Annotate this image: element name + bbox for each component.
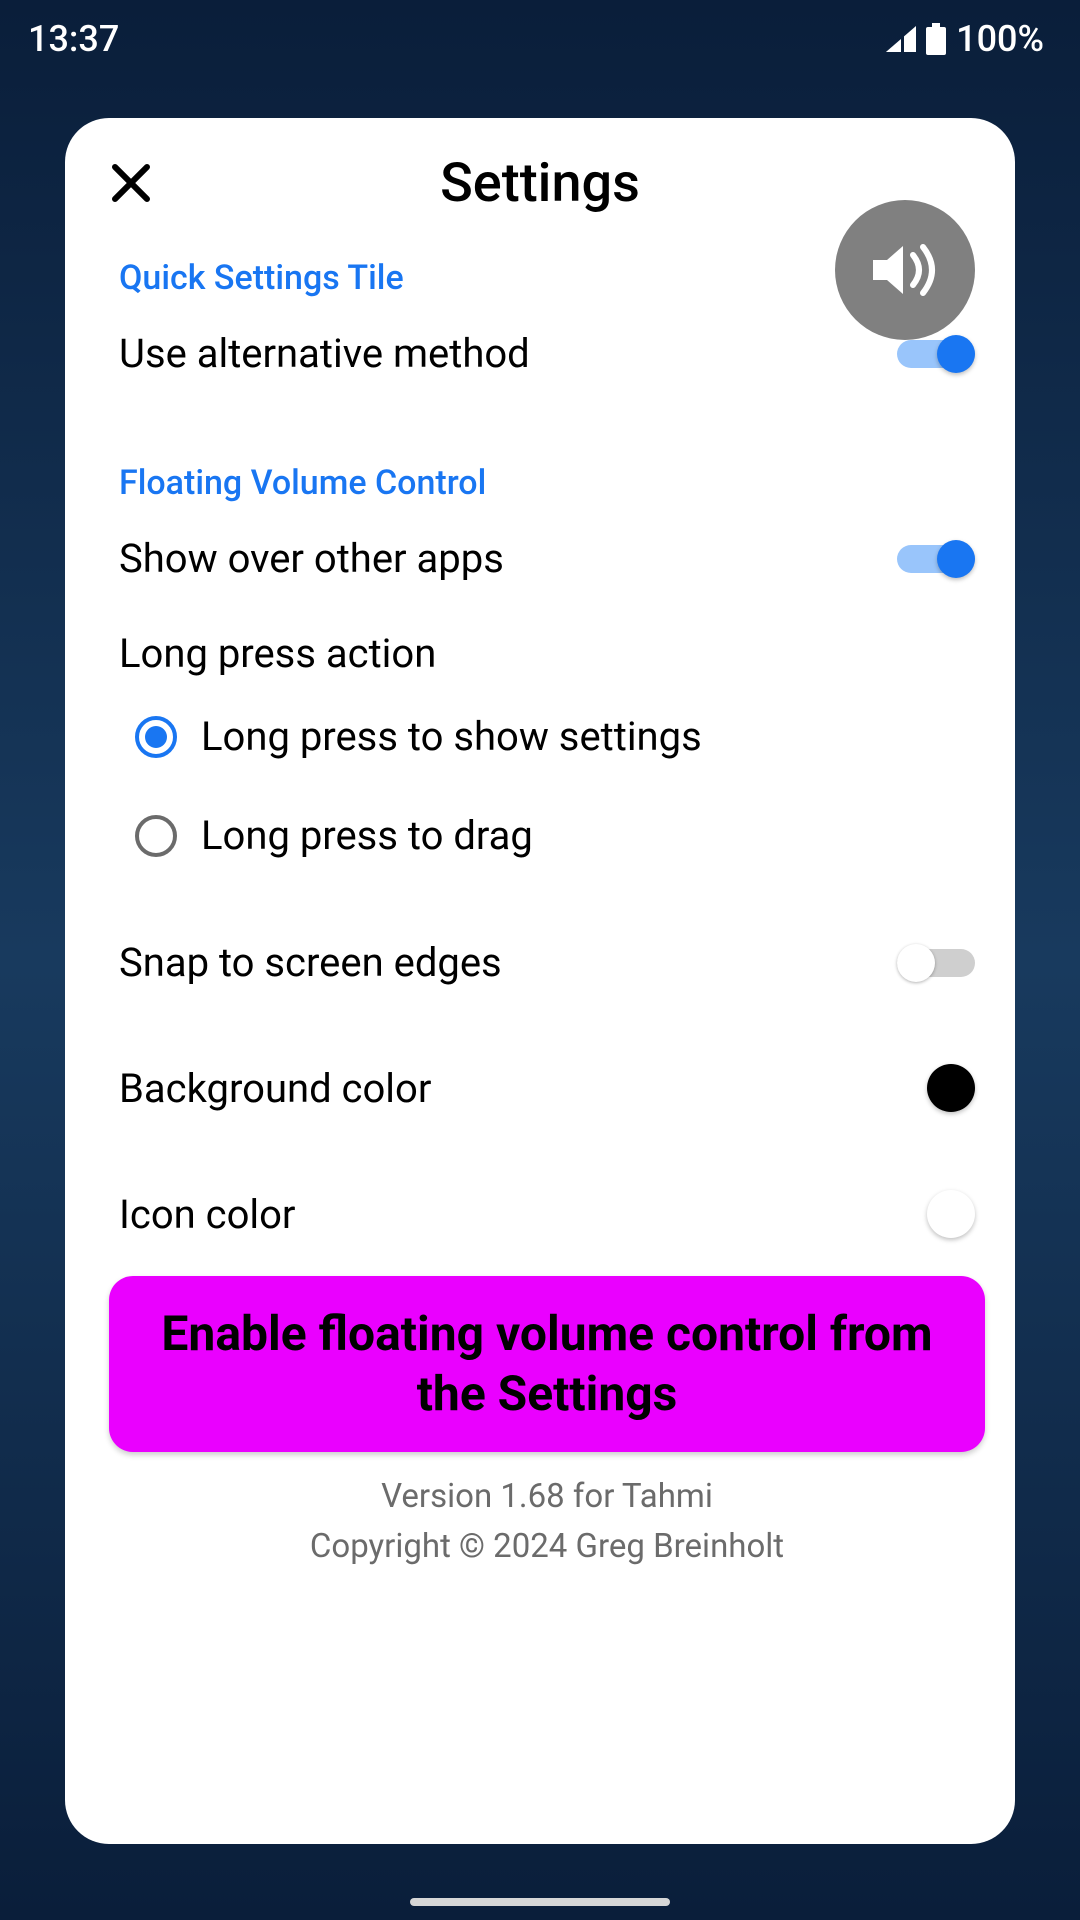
- label-alt-method: Use alternative method: [119, 330, 530, 377]
- section-floating: Floating Volume Control: [119, 463, 975, 503]
- toggle-show-over[interactable]: [897, 540, 975, 578]
- radio-label-settings: Long press to show settings: [201, 713, 702, 760]
- status-bar: 13:37 100%: [0, 0, 1080, 78]
- radio-icon: [135, 815, 177, 857]
- card-header: Settings: [105, 148, 975, 218]
- promo-banner: Enable floating volume control from the …: [109, 1276, 985, 1452]
- volume-icon: [869, 239, 941, 301]
- home-indicator[interactable]: [410, 1898, 670, 1906]
- row-snap: Snap to screen edges: [119, 915, 975, 1010]
- row-icon-color: Icon color: [119, 1166, 975, 1262]
- swatch-icon-color[interactable]: [927, 1190, 975, 1238]
- page-title: Settings: [440, 152, 640, 215]
- close-button[interactable]: [105, 157, 157, 209]
- banner-text: Enable floating volume control from the …: [139, 1304, 955, 1424]
- settings-card: Settings Quick Settings Tile Use alterna…: [65, 118, 1015, 1844]
- radio-long-press-settings[interactable]: Long press to show settings: [119, 687, 975, 786]
- status-time: 13:37: [28, 18, 119, 60]
- footer: Version 1.68 for Tahmi Copyright © 2024 …: [119, 1472, 975, 1571]
- label-snap: Snap to screen edges: [119, 939, 502, 986]
- toggle-alt-method[interactable]: [897, 335, 975, 373]
- row-alt-method: Use alternative method: [119, 306, 975, 401]
- radio-label-drag: Long press to drag: [201, 812, 533, 859]
- label-long-press: Long press action: [119, 606, 975, 687]
- row-show-over: Show over other apps: [119, 511, 975, 606]
- version-text: Version 1.68 for Tahmi: [119, 1472, 975, 1522]
- content: Quick Settings Tile Use alternative meth…: [105, 236, 975, 1816]
- close-icon: [110, 162, 152, 204]
- radio-icon: [135, 716, 177, 758]
- swatch-bg-color[interactable]: [927, 1064, 975, 1112]
- battery-pct: 100%: [956, 18, 1044, 60]
- label-show-over: Show over other apps: [119, 535, 504, 582]
- toggle-snap[interactable]: [897, 944, 975, 982]
- status-right: 100%: [886, 18, 1044, 60]
- row-bg-color: Background color: [119, 1040, 975, 1136]
- label-bg-color: Background color: [119, 1065, 431, 1112]
- signal-icon: [886, 26, 916, 52]
- floating-volume-button[interactable]: [835, 200, 975, 340]
- radio-long-press-drag[interactable]: Long press to drag: [119, 786, 975, 885]
- copyright-text: Copyright © 2024 Greg Breinholt: [119, 1522, 975, 1572]
- label-icon-color: Icon color: [119, 1191, 295, 1238]
- battery-icon: [926, 23, 946, 55]
